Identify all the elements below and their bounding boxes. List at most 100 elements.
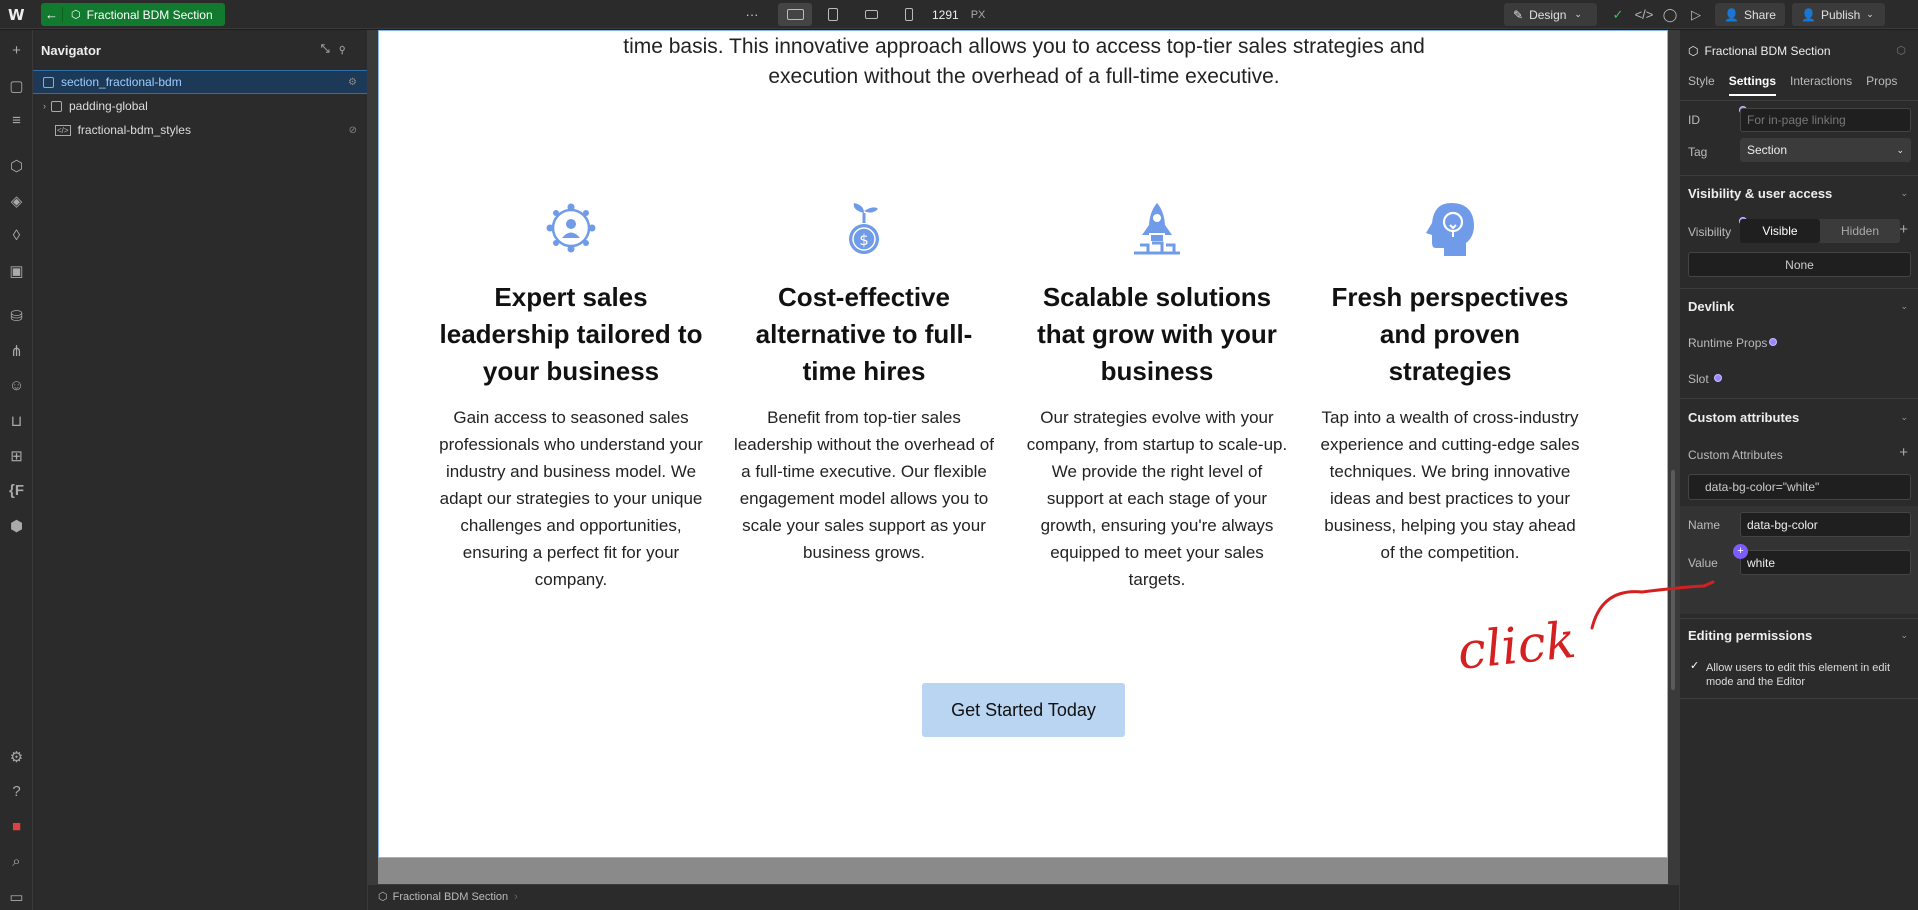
hidden-option[interactable]: Hidden bbox=[1820, 219, 1900, 243]
devlink-heading[interactable]: Devlink bbox=[1688, 299, 1734, 314]
mobile-portrait-icon bbox=[905, 8, 913, 21]
attr-value-input[interactable]: white bbox=[1740, 550, 1911, 575]
component-icon: ⬡ bbox=[1688, 44, 1699, 58]
add-icon[interactable]: + bbox=[0, 42, 33, 59]
assets-icon[interactable]: ▣ bbox=[0, 262, 33, 280]
attribute-row[interactable]: data-bg-color="white" bbox=[1688, 474, 1911, 500]
chevron-down-icon[interactable]: ⌄ bbox=[1900, 188, 1908, 199]
mobile-landscape-button[interactable] bbox=[854, 3, 888, 26]
chevron-down-icon[interactable]: ⌄ bbox=[1900, 412, 1908, 423]
feature-title: Scalable solutions that grow with your b… bbox=[1037, 282, 1277, 386]
navigator-icon[interactable]: ≡ bbox=[0, 112, 33, 129]
tag-label: Tag bbox=[1688, 145, 1708, 159]
breadcrumb[interactable]: ⬡ Fractional BDM Section › bbox=[378, 890, 518, 903]
custom-attributes-heading[interactable]: Custom attributes bbox=[1688, 410, 1799, 425]
component-icon: ⬡ bbox=[378, 891, 388, 903]
style-selectors-icon[interactable]: ◈ bbox=[0, 192, 33, 210]
share-label: Share bbox=[1743, 7, 1776, 22]
fonts-icon[interactable]: {F bbox=[0, 482, 33, 499]
chevron-down-icon[interactable]: ⌄ bbox=[1900, 630, 1908, 641]
user-icon: 👤 bbox=[1724, 7, 1739, 22]
feature-title: Fresh perspectives and proven strategies bbox=[1331, 282, 1569, 386]
tab-props[interactable]: Props bbox=[1866, 74, 1897, 96]
design-mode-dropdown[interactable]: ✎ Design ⌄ bbox=[1504, 3, 1597, 26]
tag-select[interactable]: Section ⌄ bbox=[1740, 138, 1911, 162]
add-condition-icon[interactable]: + bbox=[1899, 221, 1908, 238]
tab-interactions[interactable]: Interactions bbox=[1790, 74, 1852, 96]
nav-item-section-fractional-bdm[interactable]: section_fractional-bdm ⚙ bbox=[33, 70, 367, 94]
head-idea-icon bbox=[1426, 203, 1474, 256]
rocket-launch-icon bbox=[1134, 203, 1180, 255]
component-icon: ⬡ bbox=[71, 9, 81, 21]
tag-value: Section bbox=[1747, 143, 1788, 157]
visible-option[interactable]: Visible bbox=[1740, 219, 1820, 243]
webflow-logo[interactable]: W bbox=[8, 6, 25, 24]
help-icon[interactable]: ? bbox=[0, 783, 33, 800]
status-bar: ⬡ Fractional BDM Section › bbox=[368, 884, 1679, 910]
editing-permissions-heading[interactable]: Editing permissions bbox=[1688, 628, 1812, 643]
chevron-down-icon: ⌄ bbox=[1866, 9, 1874, 19]
check-status-icon[interactable]: ✓ bbox=[1605, 3, 1631, 26]
runtime-props-dot[interactable] bbox=[1769, 338, 1777, 346]
canvas-overflow-band bbox=[378, 858, 1668, 884]
video-icon[interactable]: ▭ bbox=[0, 888, 33, 906]
tab-settings[interactable]: Settings bbox=[1728, 74, 1777, 96]
slot-dot[interactable] bbox=[1714, 374, 1722, 382]
feature-title: Cost-effective alternative to full-time … bbox=[755, 282, 973, 386]
add-attribute-icon[interactable]: + bbox=[1899, 444, 1908, 461]
access-none-field[interactable]: None bbox=[1688, 252, 1911, 277]
publish-button[interactable]: 👤 Publish ⌄ bbox=[1791, 3, 1885, 26]
nav-item-fractional-bdm-styles[interactable]: </> fractional-bdm_styles ⊘ bbox=[33, 118, 367, 142]
component-settings-icon[interactable]: ⚙ bbox=[348, 77, 357, 88]
share-button[interactable]: 👤 Share bbox=[1715, 3, 1785, 26]
ecommerce-icon[interactable]: ⊔ bbox=[0, 412, 33, 430]
comment-icon[interactable]: ◯ bbox=[1657, 3, 1683, 26]
tablet-icon bbox=[828, 8, 838, 21]
variables-icon[interactable]: ◊ bbox=[0, 227, 33, 244]
hidden-eye-icon[interactable]: ⊘ bbox=[349, 125, 357, 136]
visibility-label: Visibility bbox=[1688, 225, 1732, 239]
top-toolbar: W ← ⬡ Fractional BDM Section ··· 1291 PX… bbox=[0, 0, 1918, 29]
desktop-breakpoint-button[interactable] bbox=[778, 3, 812, 26]
visibility-heading[interactable]: Visibility & user access bbox=[1688, 186, 1832, 201]
cms-icon[interactable]: ⛁ bbox=[0, 307, 33, 325]
play-preview-icon[interactable]: ▷ bbox=[1683, 3, 1709, 26]
expand-arrow-icon[interactable]: › bbox=[43, 101, 46, 111]
attr-name-input[interactable]: data-bg-color bbox=[1740, 512, 1911, 537]
help-icon[interactable]: ⬡ bbox=[1896, 44, 1906, 57]
slot-label: Slot bbox=[1688, 372, 1709, 386]
visibility-toggle[interactable]: Visible Hidden bbox=[1740, 219, 1900, 243]
money-plant-icon: $ bbox=[849, 203, 879, 254]
libraries-icon[interactable]: ⬢ bbox=[0, 517, 33, 535]
collapse-pin-icons[interactable]: ⤡⚲ bbox=[321, 43, 355, 56]
component-back-button[interactable]: ← ⬡ Fractional BDM Section bbox=[41, 3, 225, 26]
mobile-portrait-button[interactable] bbox=[892, 3, 926, 26]
canvas-scrollbar[interactable] bbox=[1671, 470, 1675, 690]
apps-icon[interactable]: ⊞ bbox=[0, 447, 33, 465]
canvas-width-value[interactable]: 1291 bbox=[932, 8, 959, 22]
page-canvas[interactable]: time basis. This innovative approach all… bbox=[378, 30, 1668, 858]
feature-title: Expert sales leadership tailored to your… bbox=[439, 282, 703, 386]
navigator-title: Navigator bbox=[41, 42, 101, 58]
record-icon[interactable]: ■ bbox=[0, 818, 33, 835]
nav-item-padding-global[interactable]: › padding-global bbox=[33, 94, 367, 118]
checkbox-checked-icon[interactable]: ✓ bbox=[1690, 659, 1699, 672]
settings-icon[interactable]: ⚙ bbox=[0, 748, 33, 766]
chevron-down-icon: ⌄ bbox=[1896, 144, 1904, 155]
tab-style[interactable]: Style bbox=[1688, 74, 1715, 96]
desktop-icon bbox=[786, 9, 804, 20]
id-input[interactable]: For in-page linking bbox=[1740, 108, 1911, 132]
pages-icon[interactable]: ▢ bbox=[0, 77, 33, 95]
search-icon[interactable]: ⌕ bbox=[0, 853, 33, 870]
tablet-breakpoint-button[interactable] bbox=[816, 3, 850, 26]
logic-icon[interactable]: ⋔ bbox=[0, 342, 33, 360]
users-icon[interactable]: ☺ bbox=[0, 377, 33, 394]
chevron-down-icon[interactable]: ⌄ bbox=[1900, 301, 1908, 312]
get-started-button[interactable]: Get Started Today bbox=[922, 683, 1125, 737]
intro-line: execution without the overhead of a full… bbox=[768, 65, 1280, 88]
add-binding-plus-icon[interactable]: + bbox=[1733, 544, 1748, 559]
more-options-button[interactable]: ··· bbox=[735, 3, 769, 26]
back-arrow-icon[interactable]: ← bbox=[41, 7, 63, 22]
code-icon[interactable]: </> bbox=[1631, 3, 1657, 26]
components-icon[interactable]: ⬡ bbox=[0, 157, 33, 175]
